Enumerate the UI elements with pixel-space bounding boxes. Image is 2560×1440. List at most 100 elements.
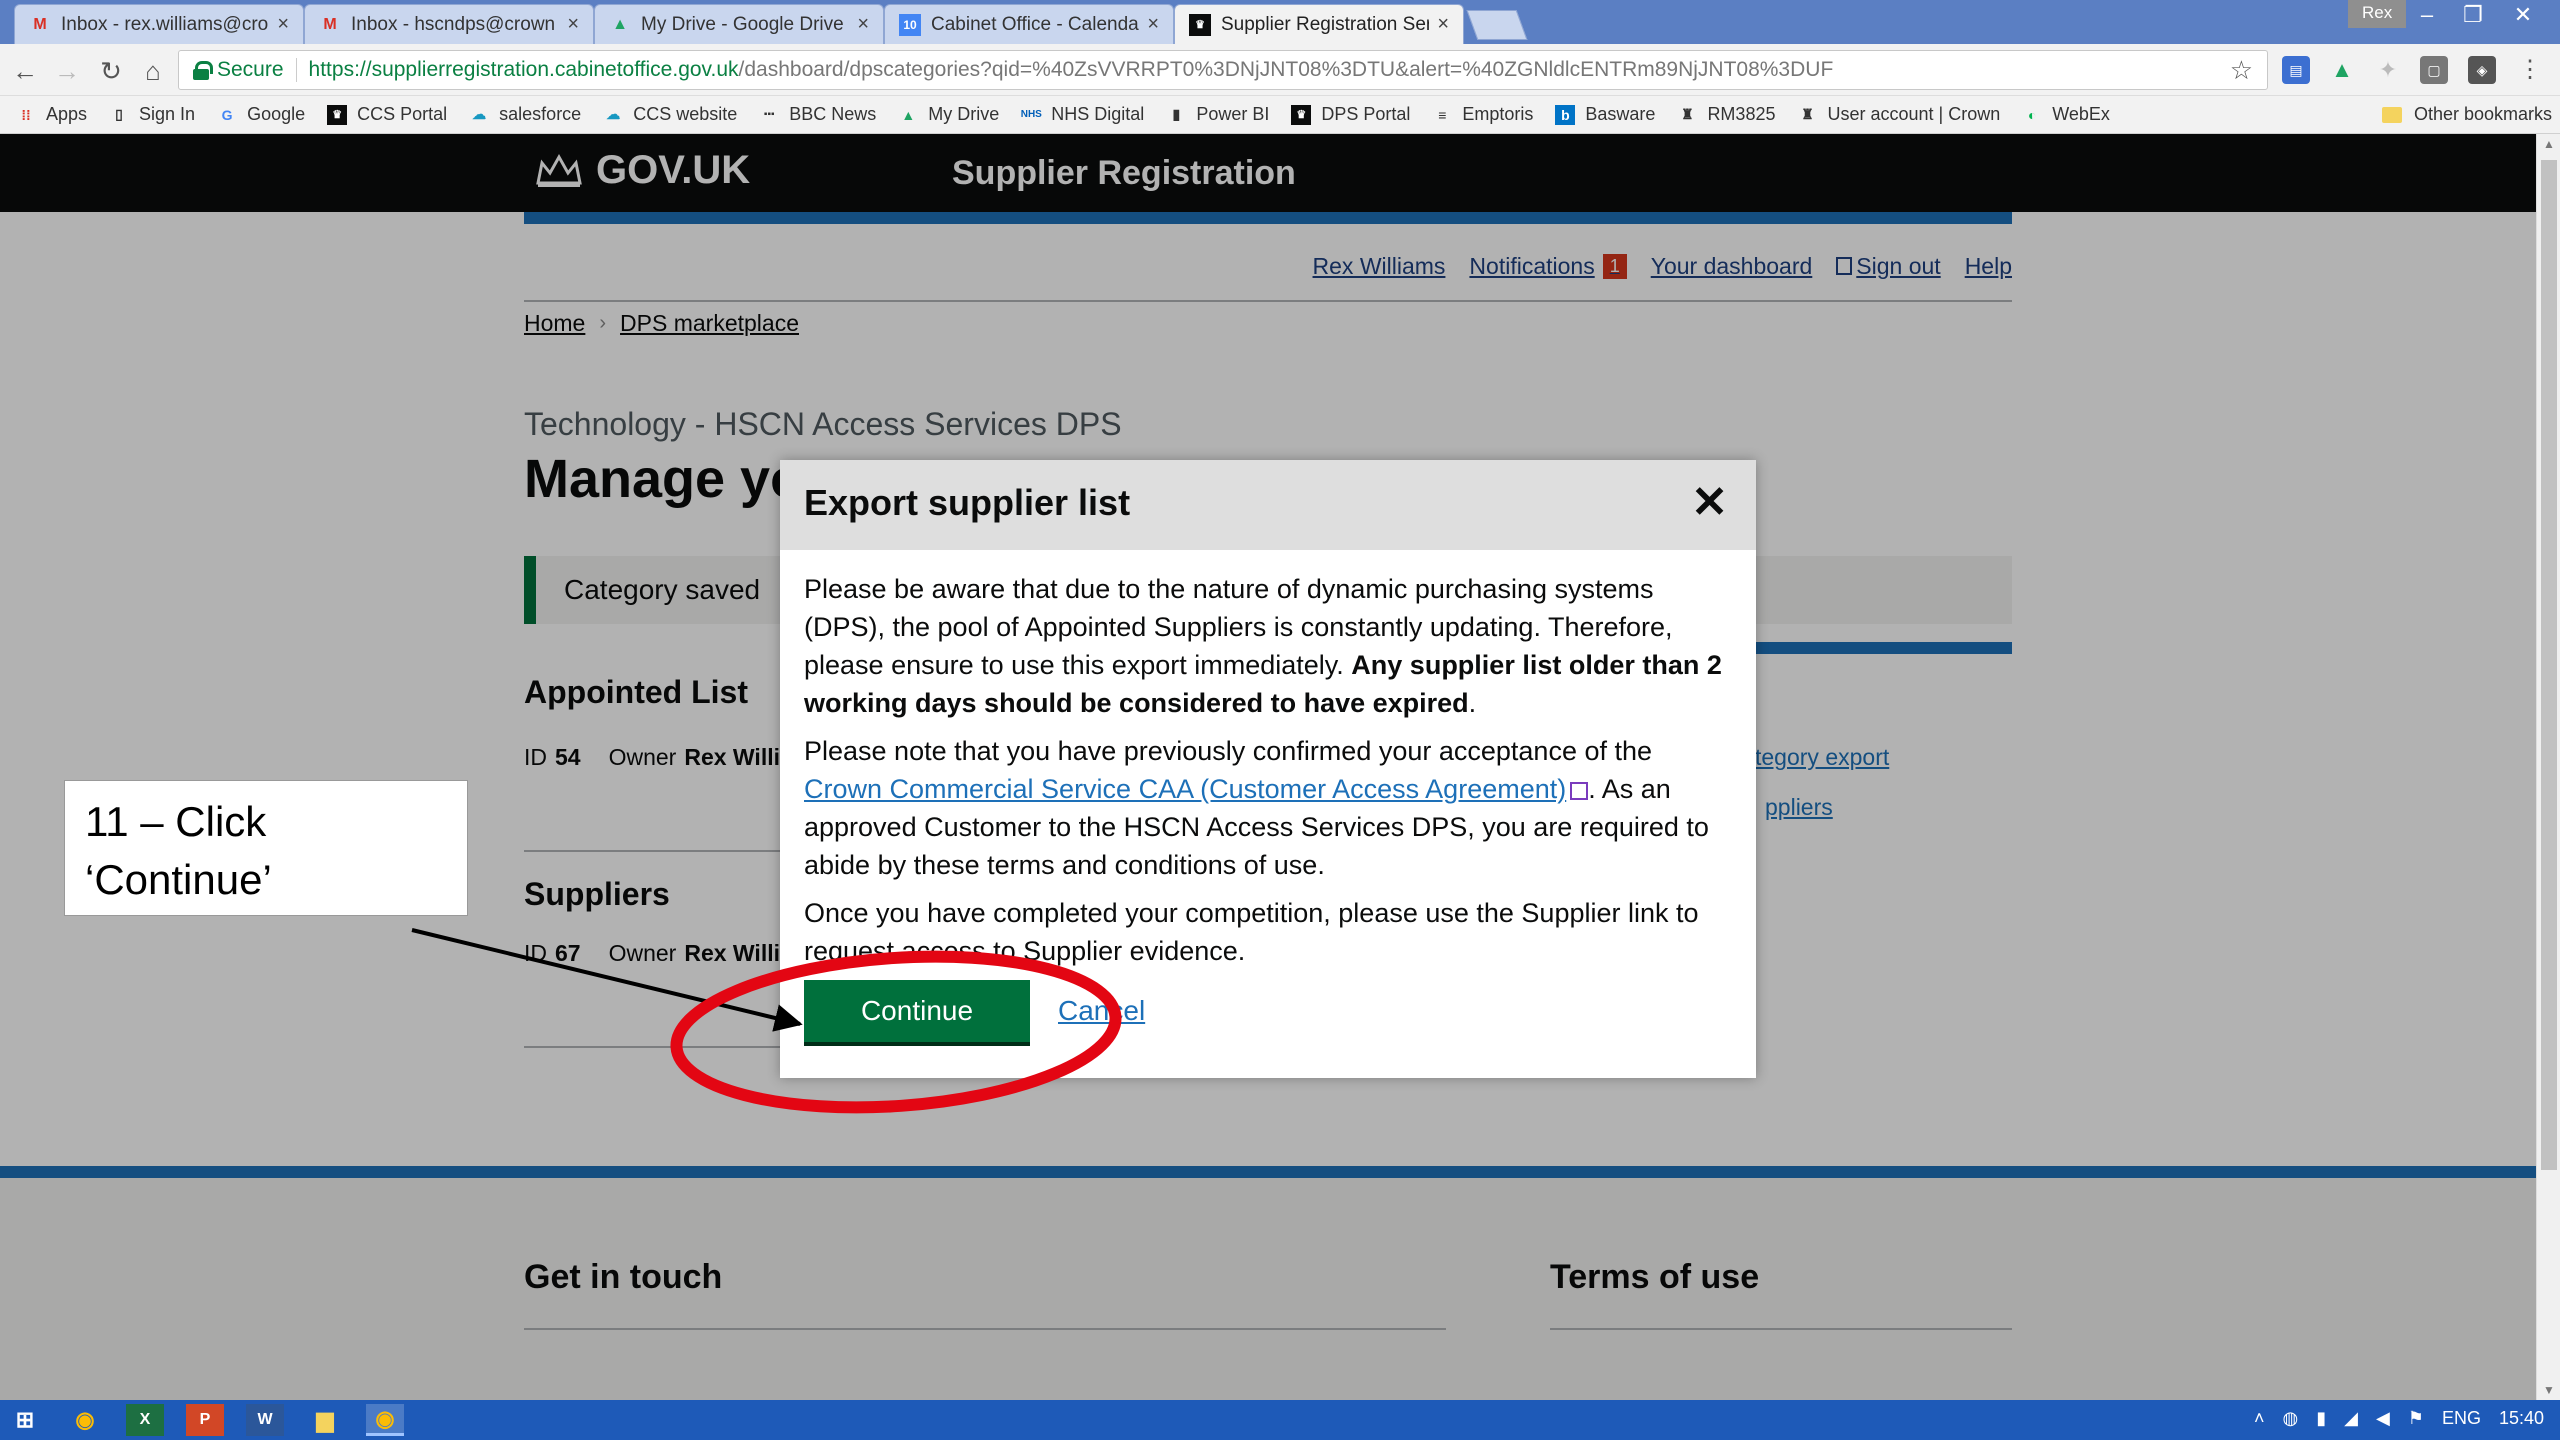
scroll-thumb[interactable]	[2541, 160, 2557, 1170]
browser-tab-supplier-registration[interactable]: ♛ Supplier Registration Ser ×	[1174, 4, 1464, 44]
windows-start-icon[interactable]: ⊞	[6, 1404, 44, 1436]
salesforce-cloud-icon: ☁	[472, 106, 487, 122]
continue-button[interactable]: Continue	[804, 980, 1030, 1042]
windows-taskbar: ⊞ ◉ X P W ▆ ◉ ˄ ◍ ▮ ◢ ◀ ⚑ ENG 15:40	[0, 1400, 2560, 1440]
bookmark-bbc-news[interactable]: ▪▪▪ BBC News	[759, 104, 876, 125]
bookmark-salesforce[interactable]: ☁ salesforce	[469, 104, 581, 125]
extension-icon[interactable]: ▤	[2282, 56, 2310, 84]
close-icon[interactable]: ×	[1437, 13, 1449, 36]
crest-icon: ♜	[1681, 106, 1694, 122]
close-icon[interactable]: ✕	[1691, 478, 1728, 528]
bookmark-star-icon[interactable]: ☆	[2230, 55, 2253, 86]
browser-toolbar: ← → ↻ ⌂ Secure https://supplierregistrat…	[0, 44, 2560, 96]
calendar-icon: 10	[899, 13, 921, 36]
reload-icon[interactable]: ↻	[94, 54, 128, 88]
close-icon[interactable]: ×	[277, 13, 289, 36]
bookmark-google[interactable]: G Google	[217, 104, 306, 125]
dialog-actions: Continue Cancel	[804, 980, 1145, 1042]
word-icon[interactable]: W	[246, 1404, 284, 1436]
url-host: https://supplierregistration.cabinetoffi…	[308, 58, 739, 81]
browser-tab-strip: M Inbox - rex.williams@cro × M Inbox - h…	[0, 0, 2560, 44]
chrome-icon[interactable]: ◉	[66, 1404, 104, 1436]
close-icon[interactable]: ×	[567, 13, 579, 36]
page-icon: ▯	[115, 106, 123, 122]
bookmark-emptoris[interactable]: ≡ Emptoris	[1432, 104, 1533, 125]
bookmark-ccs-portal[interactable]: ♛ CCS Portal	[327, 104, 447, 125]
forward-icon[interactable]: →	[50, 54, 84, 88]
bookmark-ccs-website[interactable]: ☁ CCS website	[603, 104, 737, 125]
extension-icon[interactable]: ◈	[2468, 56, 2496, 84]
chrome-icon[interactable]: ◉	[366, 1404, 404, 1436]
close-window-icon[interactable]: ✕	[2500, 0, 2546, 30]
google-drive-icon: ▲	[612, 15, 628, 33]
gmail-icon: M	[33, 15, 47, 33]
bookmark-rm3825[interactable]: ♜ RM3825	[1677, 104, 1775, 125]
external-link-icon	[1570, 782, 1589, 800]
bookmark-user-account[interactable]: ♜ User account | Crown	[1797, 104, 2000, 125]
divider	[295, 58, 297, 82]
bookmark-nhs-digital[interactable]: NHS NHS Digital	[1021, 104, 1145, 125]
chevron-up-icon[interactable]: ˄	[2254, 1408, 2265, 1429]
page-viewport: GOV.UK Supplier Registration Rex William…	[0, 134, 2536, 1400]
bookmark-basware[interactable]: b Basware	[1555, 104, 1655, 125]
powerpoint-icon[interactable]: P	[186, 1404, 224, 1436]
basware-icon: b	[1555, 104, 1576, 125]
crown-icon: ♛	[1189, 13, 1211, 36]
bookmark-my-drive[interactable]: ▲ My Drive	[898, 104, 999, 125]
bookmark-power-bi[interactable]: ▮ Power BI	[1166, 104, 1269, 125]
language-indicator[interactable]: ENG	[2442, 1408, 2481, 1429]
flag-icon[interactable]: ⚑	[2408, 1408, 2424, 1429]
callout-line-1: 11 – Click	[85, 798, 267, 845]
tutorial-callout: 11 – Click ‘Continue’	[64, 780, 468, 916]
extension-icon[interactable]: ✦	[2374, 56, 2402, 84]
dialog-header: Export supplier list ✕	[780, 460, 1756, 550]
scroll-down-icon[interactable]: ▼	[2537, 1380, 2560, 1400]
excel-icon[interactable]: X	[126, 1404, 164, 1436]
bookmark-dps-portal[interactable]: ♛ DPS Portal	[1291, 104, 1410, 125]
back-icon[interactable]: ←	[8, 54, 42, 88]
close-icon[interactable]: ×	[1147, 13, 1159, 36]
google-drive-icon: ▲	[901, 106, 916, 123]
bookmark-sign-in[interactable]: ▯ Sign In	[109, 104, 195, 125]
home-icon[interactable]: ⌂	[136, 54, 170, 88]
dialog-paragraph-1: Please be aware that due to the nature o…	[804, 574, 1722, 718]
system-tray: ˄ ◍ ▮ ◢ ◀ ⚑ ENG 15:40	[2236, 1408, 2544, 1429]
webex-icon: ◐	[2028, 106, 2037, 123]
extension-icon[interactable]: ▢	[2420, 56, 2448, 84]
address-bar[interactable]: Secure https://supplierregistration.cabi…	[178, 50, 2268, 90]
menu-kebab-icon[interactable]: ⋮	[2516, 56, 2544, 84]
browser-tab-gmail-rex[interactable]: M Inbox - rex.williams@cro ×	[14, 4, 304, 44]
dialog-title: Export supplier list	[804, 482, 1131, 523]
salesforce-cloud-icon: ☁	[606, 106, 621, 122]
caa-agreement-link[interactable]: Crown Commercial Service CAA (Customer A…	[804, 774, 1566, 804]
minimize-icon[interactable]: –	[2404, 0, 2450, 30]
bookmark-apps[interactable]: ⁞⁞ Apps	[16, 104, 87, 125]
gmail-icon: M	[323, 15, 337, 33]
file-explorer-icon[interactable]: ▆	[306, 1404, 344, 1436]
browser-tab-calendar[interactable]: 10 Cabinet Office - Calenda ×	[884, 4, 1174, 44]
scroll-up-icon[interactable]: ▲	[2537, 134, 2560, 154]
callout-line-2: ‘Continue’	[85, 856, 272, 903]
google-icon: G	[221, 106, 233, 123]
restore-icon[interactable]: ❐	[2450, 0, 2496, 30]
close-icon[interactable]: ×	[857, 13, 869, 36]
google-drive-icon[interactable]: ▲	[2328, 56, 2356, 84]
new-tab-button[interactable]	[1466, 10, 1528, 40]
volume-icon[interactable]: ◀	[2376, 1408, 2390, 1429]
network-globe-icon[interactable]: ◍	[2282, 1408, 2298, 1429]
page-scrollbar[interactable]: ▲ ▼	[2536, 134, 2560, 1400]
cancel-link[interactable]: Cancel	[1058, 995, 1145, 1027]
bookmark-webex[interactable]: ◐ WebEx	[2022, 104, 2110, 125]
browser-tab-google-drive[interactable]: ▲ My Drive - Google Drive ×	[594, 4, 884, 44]
wifi-icon[interactable]: ◢	[2344, 1408, 2358, 1429]
battery-icon[interactable]: ▮	[2316, 1408, 2326, 1429]
bookmarks-bar: ⁞⁞ Apps ▯ Sign In G Google ♛ CCS Portal ☁ sal…	[0, 96, 2560, 134]
bookmark-other-folder[interactable]: Other bookmarks	[2381, 104, 2552, 125]
secure-indicator[interactable]: Secure	[193, 58, 284, 82]
bbc-icon: ▪▪▪	[763, 109, 775, 120]
browser-tab-gmail-hscn[interactable]: M Inbox - hscndps@crown ×	[304, 4, 594, 44]
clock[interactable]: 15:40	[2499, 1408, 2544, 1429]
dialog-body: Please be aware that due to the nature o…	[780, 550, 1756, 970]
lock-icon	[193, 61, 213, 80]
profile-button[interactable]: Rex	[2348, 0, 2407, 28]
